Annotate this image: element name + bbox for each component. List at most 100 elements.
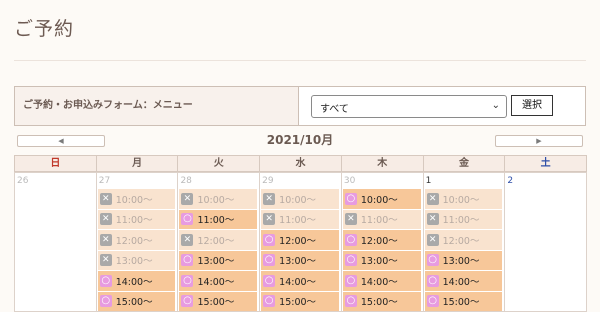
day-number: 26 xyxy=(17,176,29,186)
menu-select[interactable]: すべて ⌄ xyxy=(311,95,507,118)
day-number: 1 xyxy=(425,176,432,186)
time-slot-full: ✕ 11:00〜 xyxy=(424,209,503,229)
slot-time: 14:00〜 xyxy=(279,276,317,288)
time-slot-available[interactable]: ○ 12:00〜 xyxy=(261,230,339,250)
slot-time: 10:00〜 xyxy=(115,194,153,206)
available-circle-icon: ○ xyxy=(181,295,194,308)
time-slot-available[interactable]: ○ 13:00〜 xyxy=(342,250,421,270)
slot-time: 13:00〜 xyxy=(279,256,317,268)
page-title: ご予約 xyxy=(14,18,75,40)
time-slot-available[interactable]: ○ 14:00〜 xyxy=(97,271,176,291)
unavailable-x-icon: ✕ xyxy=(263,192,276,205)
unavailable-x-icon: ✕ xyxy=(426,213,439,226)
form-menu-label: ご予約・お申込みフォーム：メニュー xyxy=(15,87,299,125)
time-slot-full: ✕ 12:00〜 xyxy=(424,230,503,250)
menu-select-value: すべて xyxy=(320,104,349,115)
weekday-header-cell: 火 xyxy=(177,155,261,172)
day-number: 28 xyxy=(180,176,192,186)
time-slot-full: ✕ 12:00〜 xyxy=(97,230,176,250)
slot-time: 13:00〜 xyxy=(360,256,398,268)
available-circle-icon: ○ xyxy=(344,233,357,246)
next-month-button[interactable]: ▶ xyxy=(495,135,583,147)
time-slot-full: ✕ 11:00〜 xyxy=(97,209,176,229)
time-slot-available[interactable]: ○ 13:00〜 xyxy=(179,250,258,270)
slot-time: 15:00〜 xyxy=(442,297,480,309)
time-slot-available[interactable]: ○ 11:00〜 xyxy=(179,209,258,229)
slot-time: 10:00〜 xyxy=(360,194,398,206)
slot-time: 11:00〜 xyxy=(279,215,317,227)
slot-time: 10:00〜 xyxy=(442,194,480,206)
unavailable-x-icon: ✕ xyxy=(426,192,439,205)
time-slot-available[interactable]: ○ 15:00〜 xyxy=(261,291,339,311)
time-slot-available[interactable]: ○ 15:00〜 xyxy=(342,291,421,311)
slot-time: 15:00〜 xyxy=(115,297,153,309)
unavailable-x-icon: ✕ xyxy=(99,192,112,205)
slot-time: 10:00〜 xyxy=(279,194,317,206)
time-slot-available[interactable]: ○ 10:00〜 xyxy=(342,189,421,209)
time-slot-available[interactable]: ○ 14:00〜 xyxy=(424,271,503,291)
arrow-right-icon: ▶ xyxy=(536,137,542,145)
unavailable-x-icon: ✕ xyxy=(344,213,357,226)
slot-time: 11:00〜 xyxy=(442,215,480,227)
unavailable-x-icon: ✕ xyxy=(99,233,112,246)
time-slot-available[interactable]: ○ 14:00〜 xyxy=(261,271,339,291)
calendar-day-cell: 29 ✕ 10:00〜 ✕ 11:00〜 ○ 12:00〜 ○ 13:00〜 ○ 14:00〜 ○ 15… xyxy=(259,172,342,312)
calendar-day-cell: 1 ✕ 10:00〜 ✕ 11:00〜 ✕ 12:00〜 ○ 13:00〜 ○ 14:00〜 ○ 15:… xyxy=(422,172,506,312)
calendar-grid: 26 27 ✕ 10:00〜 ✕ 11:00〜 ✕ 12:00〜 ✕ 13:00〜 ○ 14:00〜 ○… xyxy=(14,172,588,312)
time-slot-available[interactable]: ○ 14:00〜 xyxy=(179,271,258,291)
unavailable-x-icon: ✕ xyxy=(181,233,194,246)
time-slot-full: ✕ 11:00〜 xyxy=(261,209,339,229)
available-circle-icon: ○ xyxy=(426,254,439,267)
weekday-header-cell: 金 xyxy=(422,155,506,172)
unavailable-x-icon: ✕ xyxy=(99,213,112,226)
available-circle-icon: ○ xyxy=(426,274,439,287)
available-circle-icon: ○ xyxy=(263,274,276,287)
day-number: 29 xyxy=(262,176,274,186)
calendar-day-cell: 2 xyxy=(504,172,588,312)
available-circle-icon: ○ xyxy=(99,295,112,308)
available-circle-icon: ○ xyxy=(263,295,276,308)
weekday-header-cell: 土 xyxy=(504,155,588,172)
time-slot-available[interactable]: ○ 14:00〜 xyxy=(342,271,421,291)
slot-time: 14:00〜 xyxy=(197,276,235,288)
calendar-day-cell: 26 xyxy=(14,172,97,312)
slot-time: 13:00〜 xyxy=(442,256,480,268)
title-divider xyxy=(14,60,586,61)
slot-time: 12:00〜 xyxy=(279,235,317,247)
slot-time: 13:00〜 xyxy=(115,256,153,268)
time-slot-available[interactable]: ○ 15:00〜 xyxy=(97,291,176,311)
time-slot-full: ✕ 12:00〜 xyxy=(179,230,258,250)
time-slot-full: ✕ 10:00〜 xyxy=(424,189,503,209)
available-circle-icon: ○ xyxy=(263,233,276,246)
weekday-header-cell: 水 xyxy=(259,155,342,172)
slot-time: 12:00〜 xyxy=(197,235,235,247)
slot-time: 14:00〜 xyxy=(442,276,480,288)
slot-time: 15:00〜 xyxy=(279,297,317,309)
time-slot-available[interactable]: ○ 15:00〜 xyxy=(424,291,503,311)
time-slot-available[interactable]: ○ 12:00〜 xyxy=(342,230,421,250)
time-slot-available[interactable]: ○ 13:00〜 xyxy=(261,250,339,270)
time-slot-full: ✕ 10:00〜 xyxy=(261,189,339,209)
unavailable-x-icon: ✕ xyxy=(263,213,276,226)
select-button[interactable]: 選択 xyxy=(511,95,553,116)
unavailable-x-icon: ✕ xyxy=(99,254,112,267)
slot-time: 12:00〜 xyxy=(115,235,153,247)
available-circle-icon: ○ xyxy=(344,192,357,205)
time-slot-available[interactable]: ○ 15:00〜 xyxy=(179,291,258,311)
slot-time: 14:00〜 xyxy=(115,276,153,288)
day-number: 30 xyxy=(343,176,356,186)
reservation-form: ご予約・お申込みフォーム：メニュー すべて ⌄ 選択 xyxy=(14,86,586,126)
calendar-day-cell: 27 ✕ 10:00〜 ✕ 11:00〜 ✕ 12:00〜 ✕ 13:00〜 ○ 14:00〜 ○ 15… xyxy=(95,172,179,312)
slot-time: 11:00〜 xyxy=(115,215,153,227)
available-circle-icon: ○ xyxy=(181,274,194,287)
slot-time: 14:00〜 xyxy=(360,276,398,288)
available-circle-icon: ○ xyxy=(99,274,112,287)
calendar-weekday-header: 日月火水木金土 xyxy=(14,155,588,172)
weekday-header-cell: 木 xyxy=(340,155,424,172)
slot-time: 15:00〜 xyxy=(360,297,398,309)
chevron-down-icon: ⌄ xyxy=(491,100,500,111)
day-number: 27 xyxy=(98,176,111,186)
time-slot-available[interactable]: ○ 13:00〜 xyxy=(424,250,503,270)
weekday-header-cell: 月 xyxy=(95,155,179,172)
available-circle-icon: ○ xyxy=(344,274,357,287)
